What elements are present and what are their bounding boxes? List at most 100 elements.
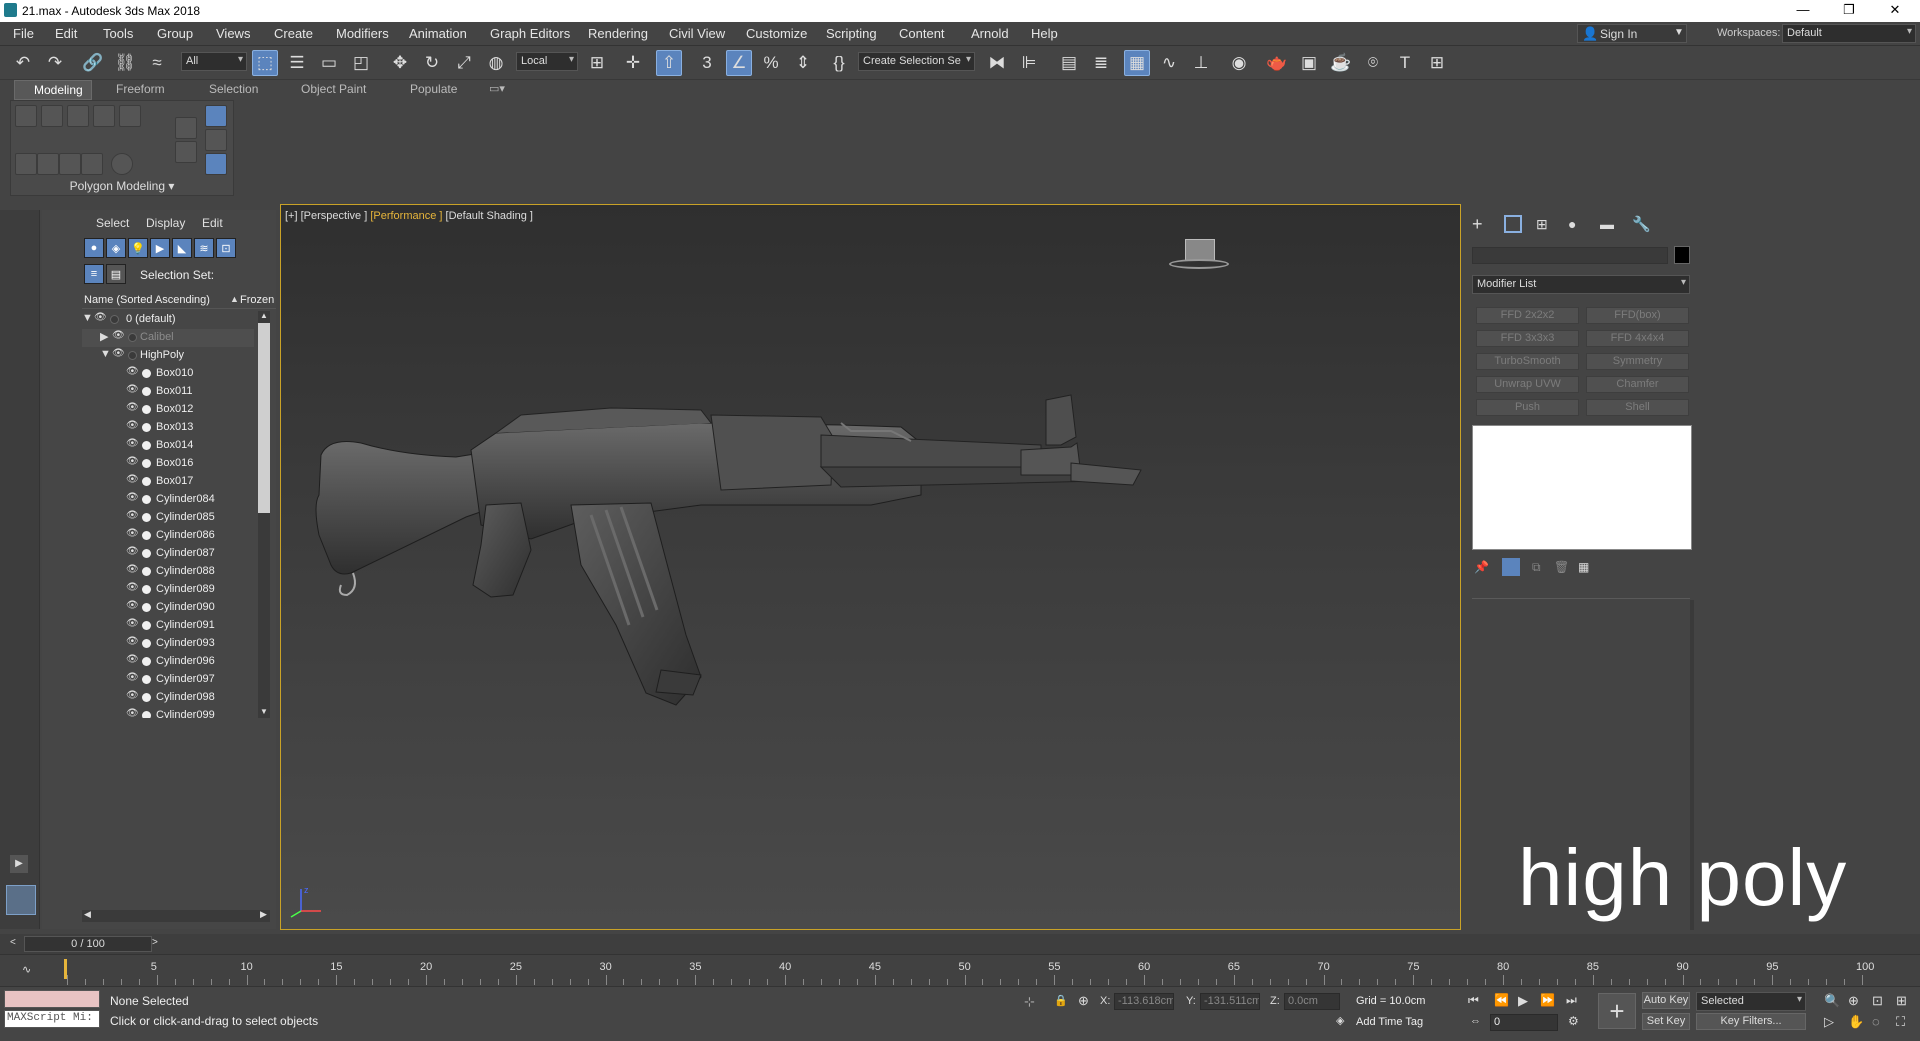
tree-row[interactable]: 👁 Cylinder098 bbox=[82, 689, 254, 707]
tree-row[interactable]: 👁 Cylinder089 bbox=[82, 581, 254, 599]
render-iterative-icon[interactable]: ⌾ bbox=[1360, 50, 1386, 76]
edit-named-selection-icon[interactable]: {} bbox=[826, 50, 852, 76]
tree-row[interactable]: 👁 Box013 bbox=[82, 419, 254, 437]
link-icon[interactable]: 🔗 bbox=[80, 50, 106, 76]
zoom-extents-icon[interactable]: ⊡ bbox=[1872, 993, 1883, 1009]
lights-filter-icon[interactable]: 💡 bbox=[128, 238, 148, 258]
menu-rendering[interactable]: Rendering bbox=[588, 26, 648, 41]
tab-freeform[interactable]: Freeform bbox=[116, 82, 165, 96]
key-mode-toggle-icon[interactable]: ⇔ bbox=[1470, 1015, 1481, 1027]
rect-selection-icon[interactable]: ▭ bbox=[316, 50, 342, 76]
tab-modeling[interactable]: Modeling bbox=[14, 80, 92, 100]
play-tab-icon[interactable]: ▶ bbox=[10, 855, 28, 873]
tree-row[interactable]: 👁 Cylinder097 bbox=[82, 671, 254, 689]
modifier-symmetry-button[interactable]: Symmetry bbox=[1586, 353, 1689, 370]
zoom-all-icon[interactable]: ⊕ bbox=[1848, 993, 1859, 1009]
visibility-eye-icon[interactable]: 👁 bbox=[126, 474, 139, 485]
helpers-filter-icon[interactable]: ◣ bbox=[172, 238, 192, 258]
x-coord-field[interactable]: -113.618cm bbox=[1114, 993, 1174, 1010]
loop-icon[interactable] bbox=[59, 153, 81, 175]
pin-stack-icon[interactable]: 📌 bbox=[1474, 560, 1489, 574]
polygon-modeling-dropdown[interactable]: Polygon Modeling ▾ bbox=[11, 179, 233, 195]
edge-icon[interactable] bbox=[41, 105, 63, 127]
key-mode-dropdown[interactable]: Selected bbox=[1696, 992, 1806, 1011]
menu-file[interactable]: File bbox=[13, 26, 34, 41]
set-key-large-button[interactable]: + bbox=[1598, 993, 1636, 1029]
scroll-right-icon[interactable]: ▶ bbox=[260, 909, 267, 920]
groups-filter-icon[interactable]: ⊡ bbox=[216, 238, 236, 258]
tree-row[interactable]: 👁 Cylinder099 bbox=[82, 707, 254, 718]
tree-row[interactable]: 👁 Box010 bbox=[82, 365, 254, 383]
sign-in-button[interactable]: 👤 Sign In ▼ bbox=[1577, 24, 1687, 43]
perspective-viewport[interactable]: [+] [Perspective ] [Performance ] [Defau… bbox=[280, 204, 1461, 930]
menu-content[interactable]: Content bbox=[899, 26, 945, 41]
tree-row[interactable]: 👁 Box012 bbox=[82, 401, 254, 419]
scale-icon[interactable]: ⤢ bbox=[451, 50, 477, 76]
percent-snap-icon[interactable]: % bbox=[758, 50, 784, 76]
viewcube-box[interactable] bbox=[1185, 239, 1215, 261]
tree-row[interactable]: 👁 Box011 bbox=[82, 383, 254, 401]
sort-by-layer-icon[interactable]: ≡ bbox=[84, 264, 104, 284]
maxscript-mini-listener[interactable]: MAXScript Mi: bbox=[4, 1010, 100, 1028]
menu-civil-view[interactable]: Civil View bbox=[669, 26, 725, 41]
next-frame-icon[interactable]: > bbox=[152, 937, 164, 951]
grid-tools-icon[interactable]: ⊞ bbox=[1424, 50, 1450, 76]
select-by-name-icon[interactable]: ☰ bbox=[284, 50, 310, 76]
ribbon-sub-icon[interactable] bbox=[205, 129, 227, 151]
snaps-toggle-icon[interactable]: 3 bbox=[694, 50, 720, 76]
element-icon[interactable] bbox=[119, 105, 141, 127]
add-time-tag[interactable]: Add Time Tag bbox=[1356, 1016, 1423, 1028]
explorer-column-header[interactable]: Name (Sorted Ascending) ▲ Frozen bbox=[82, 292, 276, 309]
modifier-stack[interactable] bbox=[1472, 425, 1692, 550]
redo-icon[interactable]: ↷ bbox=[42, 50, 68, 76]
absolute-mode-icon[interactable]: ⊕ bbox=[1078, 993, 1089, 1009]
visibility-eye-icon[interactable]: 👁 bbox=[126, 456, 139, 467]
selection-lock-icon[interactable]: 🔒 bbox=[1054, 994, 1068, 1007]
explorer-h-scrollbar[interactable]: ◀ ▶ bbox=[82, 909, 270, 922]
tree-row[interactable]: ▼ 👁 HighPoly bbox=[82, 347, 254, 365]
tree-row[interactable]: ▼ 👁 0 (default) bbox=[82, 311, 254, 329]
zoom-extents-all-icon[interactable]: ⊞ bbox=[1896, 993, 1907, 1009]
textools-icon[interactable]: T bbox=[1392, 50, 1418, 76]
modifier-ffd-2x2x2-button[interactable]: FFD 2x2x2 bbox=[1476, 307, 1579, 324]
visibility-eye-icon[interactable]: 👁 bbox=[126, 438, 139, 449]
tree-row[interactable]: 👁 Box017 bbox=[82, 473, 254, 491]
pan-icon[interactable]: ✋ bbox=[1848, 1014, 1864, 1030]
material-editor-icon[interactable]: ◉ bbox=[1226, 50, 1252, 76]
prev-key-icon[interactable]: ⏪ bbox=[1494, 993, 1509, 1007]
auto-key-button[interactable]: Auto Key bbox=[1642, 992, 1690, 1009]
window-crossing-icon[interactable]: ◰ bbox=[348, 50, 374, 76]
scrollbar-thumb[interactable] bbox=[258, 323, 270, 513]
unlink-icon[interactable]: ⛓ bbox=[112, 50, 138, 76]
make-unique-icon[interactable]: ⧉ bbox=[1532, 560, 1541, 575]
ribbon-pin-icon[interactable] bbox=[205, 153, 227, 175]
visibility-eye-icon[interactable]: 👁 bbox=[126, 600, 139, 611]
spinner-snap-icon[interactable]: ⇕ bbox=[790, 50, 816, 76]
render-production-icon[interactable]: ☕ bbox=[1328, 50, 1354, 76]
tab-populate[interactable]: Populate bbox=[410, 82, 457, 96]
menu-group[interactable]: Group bbox=[157, 26, 193, 41]
schematic-view-icon[interactable]: ⊥ bbox=[1188, 50, 1214, 76]
move-icon[interactable]: ✥ bbox=[387, 50, 413, 76]
explorer-scrollbar[interactable]: ▲ ▼ bbox=[258, 311, 270, 718]
tree-row[interactable]: 👁 Cylinder084 bbox=[82, 491, 254, 509]
y-coord-field[interactable]: -131.511cm bbox=[1200, 993, 1260, 1010]
sort-by-hierarchy-icon[interactable]: ▤ bbox=[106, 264, 126, 284]
visibility-eye-icon[interactable]: 👁 bbox=[126, 510, 139, 521]
layer-explorer-icon[interactable]: ≣ bbox=[1088, 50, 1114, 76]
maximize-viewport-icon[interactable]: ⛶ bbox=[1896, 1014, 1905, 1030]
modify-tab-icon[interactable] bbox=[1504, 215, 1522, 233]
visibility-eye-icon[interactable]: 👁 bbox=[126, 564, 139, 575]
time-slider[interactable]: < 0 / 100 > bbox=[0, 934, 1920, 954]
expand-arrow-icon[interactable]: ▼ bbox=[82, 312, 93, 324]
vertex-icon[interactable] bbox=[15, 105, 37, 127]
zoom-icon[interactable]: 🔍 bbox=[1824, 993, 1840, 1009]
modifier-shell-button[interactable]: Shell bbox=[1586, 399, 1689, 416]
align-icon[interactable]: ⊫ bbox=[1016, 50, 1042, 76]
visibility-eye-icon[interactable]: 👁 bbox=[112, 348, 125, 359]
visibility-eye-icon[interactable]: 👁 bbox=[126, 384, 139, 395]
scroll-left-icon[interactable]: ◀ bbox=[84, 909, 91, 920]
placement-icon[interactable]: ◍ bbox=[483, 50, 509, 76]
tab-object-paint[interactable]: Object Paint bbox=[301, 82, 366, 96]
object-color-swatch[interactable] bbox=[1674, 246, 1690, 264]
